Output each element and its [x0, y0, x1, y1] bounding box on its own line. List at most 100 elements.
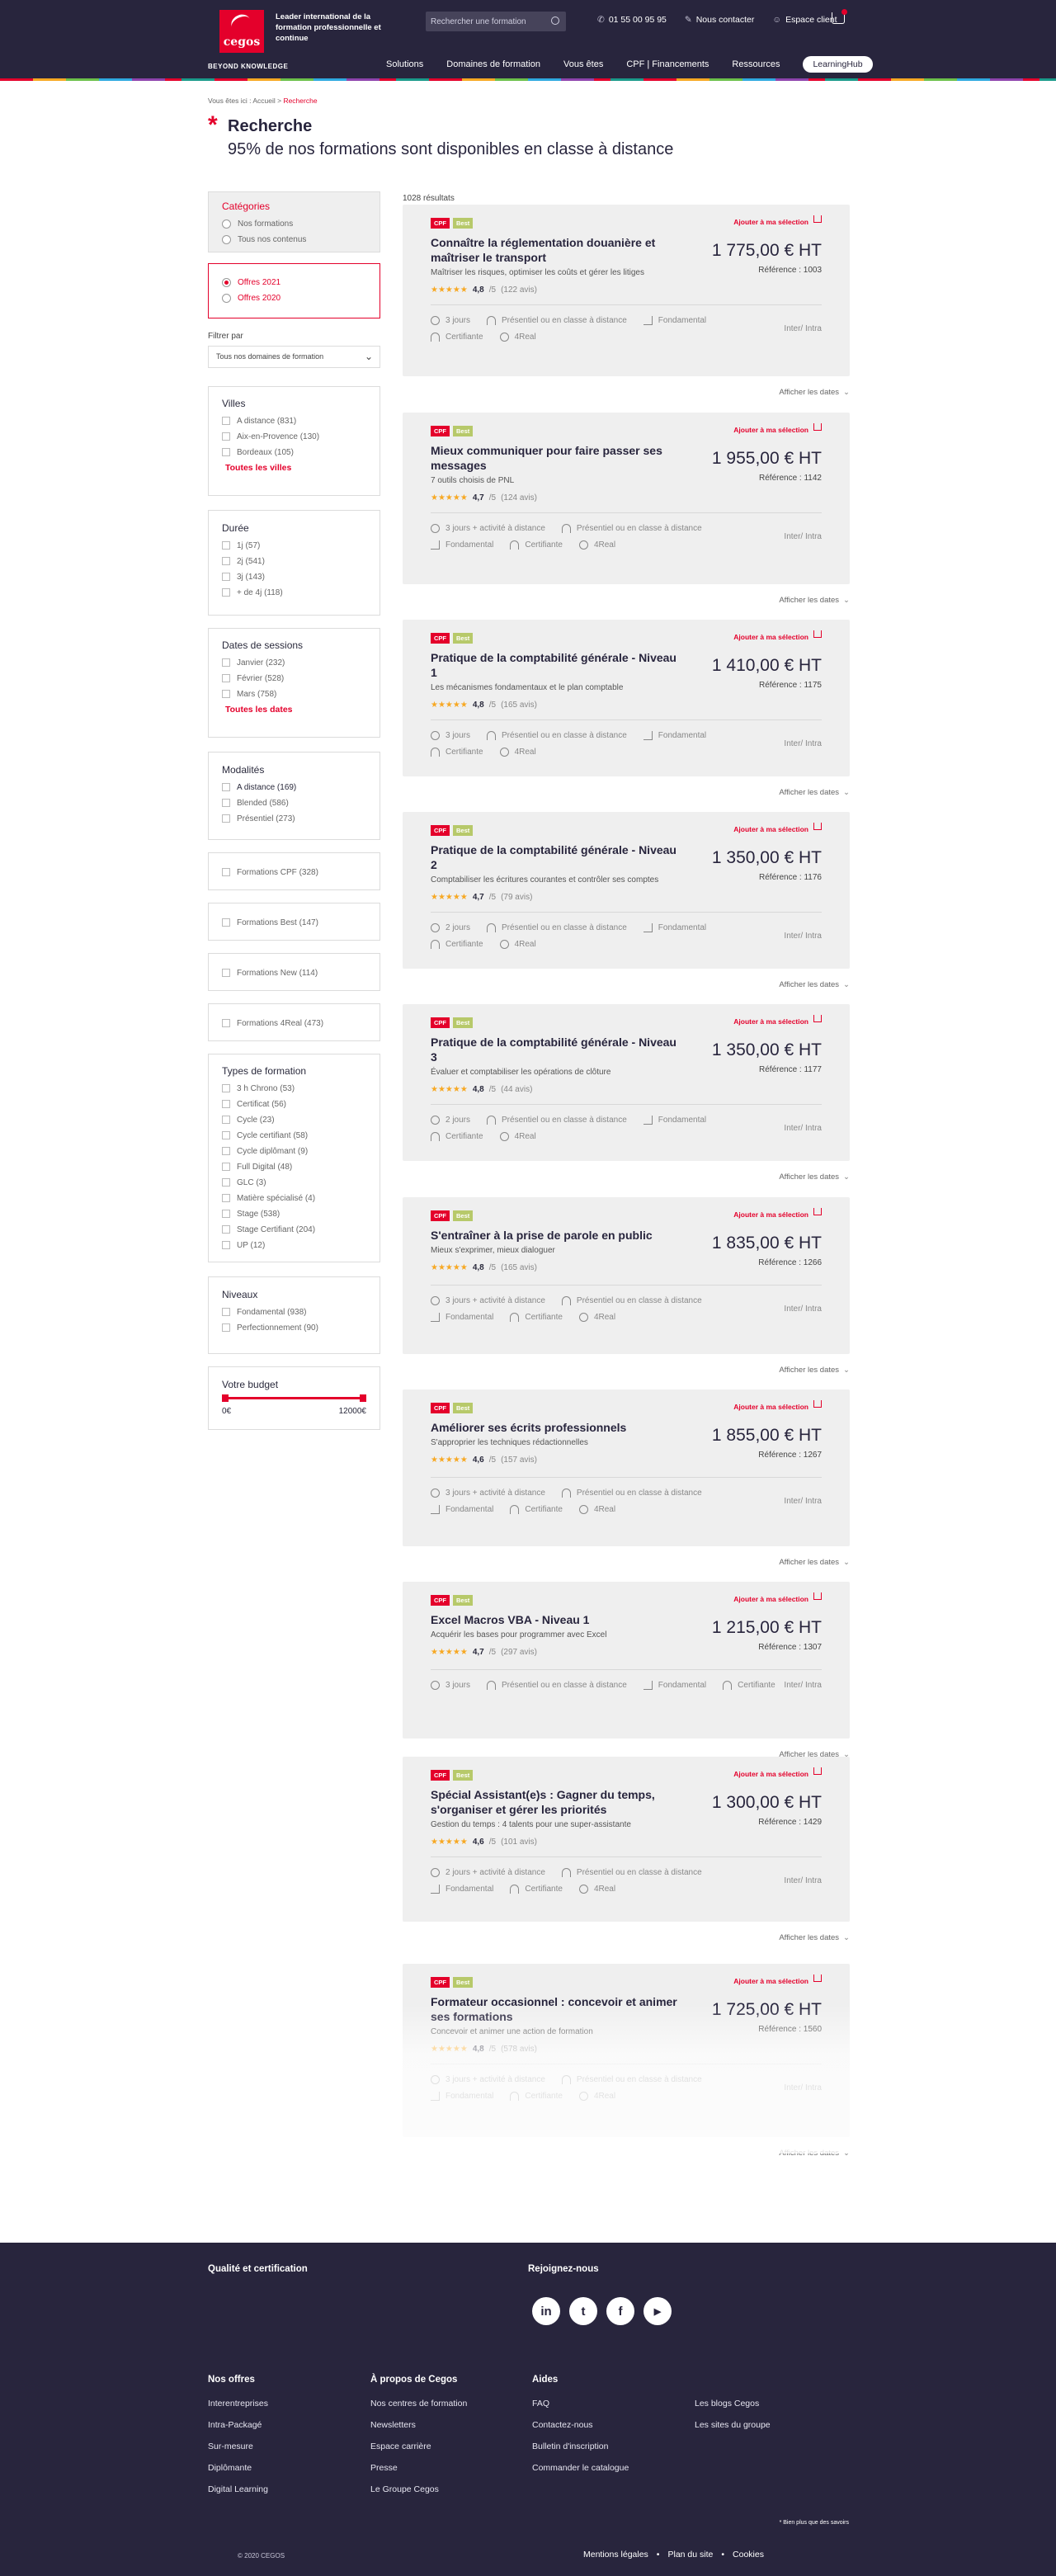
- month-checkbox[interactable]: Mars (758): [222, 689, 366, 699]
- contact-link[interactable]: ✎ Nous contacter: [685, 15, 754, 25]
- cart-add-icon[interactable]: [813, 423, 822, 431]
- nav-cpf[interactable]: CPF | Financements: [626, 59, 709, 69]
- search-icon[interactable]: [551, 17, 559, 25]
- youtube-icon[interactable]: ▶: [644, 2297, 672, 2325]
- nav-ressources[interactable]: Ressources: [732, 59, 780, 69]
- cegos-logo[interactable]: cegos: [219, 10, 264, 53]
- footer-link[interactable]: Bulletin d'inscription: [532, 2442, 629, 2451]
- 4real-checkbox[interactable]: Formations 4Real (473): [222, 1018, 366, 1028]
- offer-2020-radio[interactable]: Offres 2020: [222, 293, 366, 303]
- twitter-icon[interactable]: t: [569, 2297, 597, 2325]
- ville-checkbox[interactable]: Bordeaux (105): [222, 447, 366, 457]
- course-card[interactable]: CPF Best Mieux communiquer pour faire pas…: [403, 413, 850, 584]
- footer-link[interactable]: Contactez-nous: [532, 2420, 629, 2430]
- course-title[interactable]: Spécial Assistant(e)s : Gagner du temps,…: [431, 1787, 678, 1817]
- course-card[interactable]: CPF Best Pratique de la comptabilité géné…: [403, 1004, 850, 1161]
- show-dates-link[interactable]: Afficher les dates: [685, 1366, 850, 1375]
- footer-link[interactable]: Digital Learning: [208, 2484, 268, 2494]
- duree-checkbox[interactable]: 3j (143): [222, 572, 366, 582]
- niveau-checkbox[interactable]: Fondamental (938): [222, 1307, 366, 1317]
- client-space-link[interactable]: ☺ Espace client: [772, 15, 837, 25]
- breadcrumb-home[interactable]: Accueil: [252, 97, 275, 105]
- modalite-checkbox[interactable]: Blended (586): [222, 798, 366, 808]
- duree-checkbox[interactable]: 1j (57): [222, 540, 366, 550]
- course-card[interactable]: CPF Best Pratique de la comptabilité géné…: [403, 812, 850, 969]
- add-to-selection-button[interactable]: Ajouter à ma sélection: [733, 1595, 822, 1603]
- sitemap-link[interactable]: Plan du site: [667, 2550, 713, 2559]
- cookies-link[interactable]: Cookies: [733, 2550, 764, 2559]
- cart-add-icon[interactable]: [813, 1208, 822, 1215]
- footer-link[interactable]: Interentreprises: [208, 2399, 268, 2409]
- show-dates-link[interactable]: Afficher les dates: [685, 596, 850, 605]
- cart-add-icon[interactable]: [813, 1400, 822, 1408]
- footer-link[interactable]: Les blogs Cegos: [695, 2399, 771, 2409]
- month-checkbox[interactable]: Février (528): [222, 673, 366, 683]
- duree-checkbox[interactable]: + de 4j (118): [222, 587, 366, 597]
- modalite-checkbox[interactable]: A distance (169): [222, 782, 366, 792]
- footer-link[interactable]: Diplômante: [208, 2463, 268, 2473]
- best-checkbox[interactable]: Formations Best (147): [222, 918, 366, 927]
- cart-add-icon[interactable]: [813, 1592, 822, 1600]
- footer-link[interactable]: Le Groupe Cegos: [370, 2484, 467, 2494]
- course-title[interactable]: Pratique de la comptabilité générale - N…: [431, 650, 678, 680]
- type-checkbox[interactable]: UP (12): [222, 1240, 366, 1250]
- footer-link[interactable]: Newsletters: [370, 2420, 467, 2430]
- category-option[interactable]: Tous nos contenus: [222, 234, 366, 244]
- show-dates-link[interactable]: Afficher les dates: [685, 788, 850, 797]
- course-card[interactable]: CPF Best Pratique de la comptabilité géné…: [403, 620, 850, 776]
- modalite-checkbox[interactable]: Présentiel (273): [222, 814, 366, 823]
- type-checkbox[interactable]: Stage Certifiant (204): [222, 1224, 366, 1234]
- cart-add-icon[interactable]: [813, 630, 822, 638]
- show-dates-link[interactable]: Afficher les dates: [685, 388, 850, 397]
- course-title[interactable]: Pratique de la comptabilité générale - N…: [431, 1035, 678, 1064]
- type-checkbox[interactable]: Full Digital (48): [222, 1162, 366, 1172]
- nav-vous-etes[interactable]: Vous êtes: [563, 59, 603, 69]
- show-dates-link[interactable]: Afficher les dates: [685, 1933, 850, 1942]
- course-title[interactable]: Améliorer ses écrits professionnels: [431, 1420, 678, 1435]
- course-card[interactable]: CPF Best S'entraîner à la prise de parole…: [403, 1197, 850, 1354]
- slider-handle-max[interactable]: [360, 1394, 366, 1402]
- show-dates-link[interactable]: Afficher les dates: [685, 980, 850, 989]
- ville-checkbox[interactable]: A distance (831): [222, 416, 366, 426]
- search-input[interactable]: Rechercher une formation: [426, 12, 566, 31]
- type-checkbox[interactable]: Cycle (23): [222, 1115, 366, 1125]
- cart-add-icon[interactable]: [813, 1767, 822, 1775]
- cart-add-icon[interactable]: [813, 1974, 822, 1982]
- footer-link[interactable]: Sur-mesure: [208, 2442, 268, 2451]
- phone-link[interactable]: ✆ 01 55 00 95 95: [597, 15, 667, 25]
- footer-link[interactable]: Nos centres de formation: [370, 2399, 467, 2409]
- add-to-selection-button[interactable]: Ajouter à ma sélection: [733, 426, 822, 434]
- nav-domaines[interactable]: Domaines de formation: [446, 59, 540, 69]
- type-checkbox[interactable]: Cycle diplômant (9): [222, 1146, 366, 1156]
- footer-link[interactable]: Commander le catalogue: [532, 2463, 629, 2473]
- month-checkbox[interactable]: Janvier (232): [222, 658, 366, 668]
- niveau-checkbox[interactable]: Perfectionnement (90): [222, 1323, 366, 1333]
- add-to-selection-button[interactable]: Ajouter à ma sélection: [733, 1770, 822, 1778]
- type-checkbox[interactable]: Stage (538): [222, 1209, 366, 1219]
- type-checkbox[interactable]: 3 h Chrono (53): [222, 1083, 366, 1093]
- all-cities-link[interactable]: Toutes les villes: [225, 463, 366, 473]
- add-to-selection-button[interactable]: Ajouter à ma sélection: [733, 825, 822, 833]
- duree-checkbox[interactable]: 2j (541): [222, 556, 366, 566]
- footer-link[interactable]: Espace carrière: [370, 2442, 467, 2451]
- facebook-icon[interactable]: f: [606, 2297, 634, 2325]
- budget-slider[interactable]: [222, 1394, 366, 1402]
- course-card[interactable]: CPF Best Spécial Assistant(e)s : Gagner d…: [403, 1757, 850, 1922]
- course-title[interactable]: S'entraîner à la prise de parole en publ…: [431, 1228, 678, 1243]
- ville-checkbox[interactable]: Aix-en-Provence (130): [222, 432, 366, 441]
- footer-link[interactable]: Les sites du groupe: [695, 2420, 771, 2430]
- add-to-selection-button[interactable]: Ajouter à ma sélection: [733, 1210, 822, 1219]
- slider-handle-min[interactable]: [222, 1394, 229, 1402]
- show-dates-link[interactable]: Afficher les dates: [685, 1558, 850, 1567]
- learninghub-button[interactable]: LearningHub: [803, 56, 873, 73]
- nav-solutions[interactable]: Solutions: [386, 59, 423, 69]
- quality-link[interactable]: Qualité et certification: [208, 2264, 308, 2274]
- offer-2021-radio[interactable]: Offres 2021: [222, 277, 366, 287]
- type-checkbox[interactable]: GLC (3): [222, 1177, 366, 1187]
- add-to-selection-button[interactable]: Ajouter à ma sélection: [733, 218, 822, 226]
- all-dates-link[interactable]: Toutes les dates: [225, 705, 366, 715]
- cart-add-icon[interactable]: [813, 1015, 822, 1022]
- course-card[interactable]: CPF Best Améliorer ses écrits professionn…: [403, 1389, 850, 1546]
- course-title[interactable]: Connaître la réglementation douanière et…: [431, 235, 678, 265]
- show-dates-link[interactable]: Afficher les dates: [685, 1172, 850, 1182]
